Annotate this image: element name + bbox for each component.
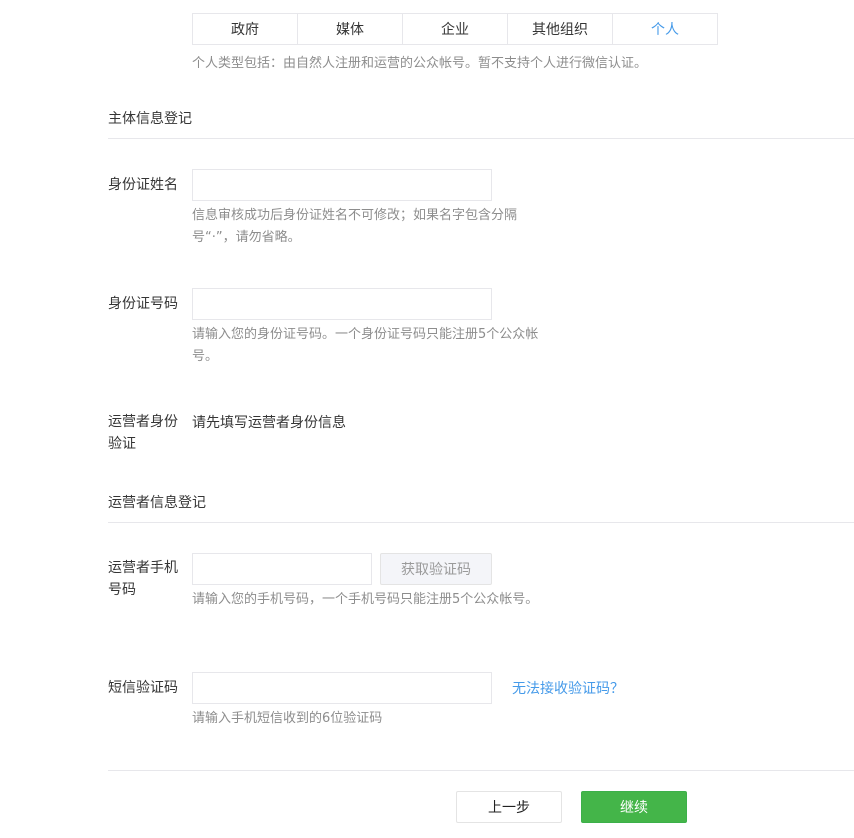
divider <box>108 138 854 139</box>
sms-code-label: 短信验证码 <box>108 680 178 696</box>
id-number-input[interactable] <box>192 288 492 320</box>
divider <box>108 522 854 523</box>
tab-individual[interactable]: 个人 <box>613 14 717 44</box>
phone-input[interactable] <box>192 553 372 585</box>
id-number-hint: 请输入您的身份证号码。一个身份证号码只能注册5个公众帐号。 <box>192 327 539 364</box>
tab-enterprise[interactable]: 企业 <box>403 14 508 44</box>
sms-code-hint: 请输入手机短信收到的6位验证码 <box>192 711 383 726</box>
id-name-hint: 信息审核成功后身份证姓名不可修改；如果名字包含分隔号“·”，请勿省略。 <box>192 208 518 245</box>
operator-verify-status: 请先填写运营者身份信息 <box>192 415 346 431</box>
tab-government[interactable]: 政府 <box>193 14 298 44</box>
phone-hint: 请输入您的手机号码，一个手机号码只能注册5个公众帐号。 <box>192 592 539 607</box>
tab-other-organization[interactable]: 其他组织 <box>508 14 613 44</box>
cannot-receive-code-link[interactable]: 无法接收验证码？ <box>512 678 624 698</box>
continue-button[interactable]: 继续 <box>581 791 687 823</box>
id-number-label: 身份证号码 <box>108 296 178 312</box>
operator-verify-label: 运营者身份验证 <box>108 414 178 452</box>
account-type-tabs: 政府 媒体 企业 其他组织 个人 <box>192 13 718 45</box>
id-name-label: 身份证姓名 <box>108 177 178 193</box>
get-code-button[interactable]: 获取验证码 <box>380 553 492 585</box>
previous-step-button[interactable]: 上一步 <box>456 791 562 823</box>
sms-code-input[interactable] <box>192 672 492 704</box>
section-title-subject: 主体信息登记 <box>108 111 192 127</box>
registration-page: 政府 媒体 企业 其他组织 个人 个人类型包括：由自然人注册和运营的公众帐号。暂… <box>0 0 854 838</box>
section-title-operator: 运营者信息登记 <box>108 495 206 511</box>
tab-media[interactable]: 媒体 <box>298 14 403 44</box>
phone-label: 运营者手机号码 <box>108 560 178 598</box>
footer-divider <box>108 770 854 771</box>
id-name-input[interactable] <box>192 169 492 201</box>
account-type-description: 个人类型包括：由自然人注册和运营的公众帐号。暂不支持个人进行微信认证。 <box>192 56 648 71</box>
